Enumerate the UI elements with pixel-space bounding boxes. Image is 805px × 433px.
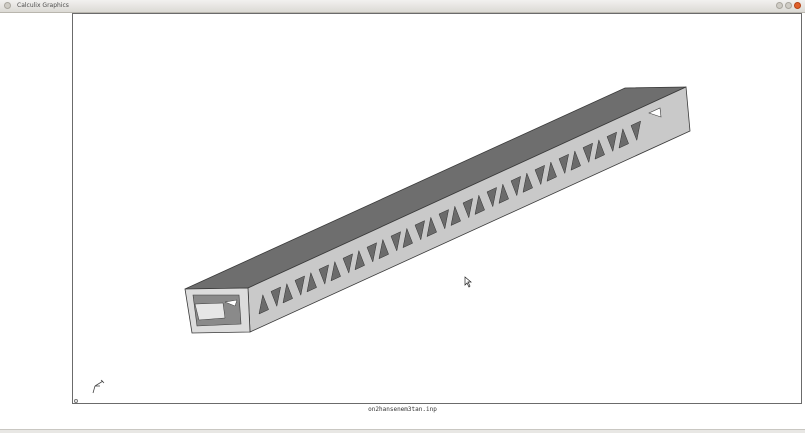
- filename-label: on2hansenem3tan.inp: [368, 406, 437, 413]
- maximize-icon[interactable]: [785, 2, 792, 9]
- window-menu-icon[interactable]: [4, 2, 11, 9]
- xyz-axis-icon: [92, 379, 105, 394]
- window-title: Calculix Graphics: [17, 2, 69, 9]
- title-bar: Calculix Graphics: [0, 0, 805, 13]
- mouse-pointer-icon: [464, 276, 472, 288]
- minimize-icon[interactable]: [776, 2, 783, 9]
- beam-inner-wall: [194, 302, 226, 321]
- close-icon[interactable]: [794, 2, 801, 9]
- model-view: [92, 86, 691, 394]
- beam-top-face: [184, 86, 687, 290]
- graphics-viewport[interactable]: [72, 13, 802, 404]
- window-bottom-edge: [0, 429, 805, 433]
- origin-marker: [74, 399, 78, 403]
